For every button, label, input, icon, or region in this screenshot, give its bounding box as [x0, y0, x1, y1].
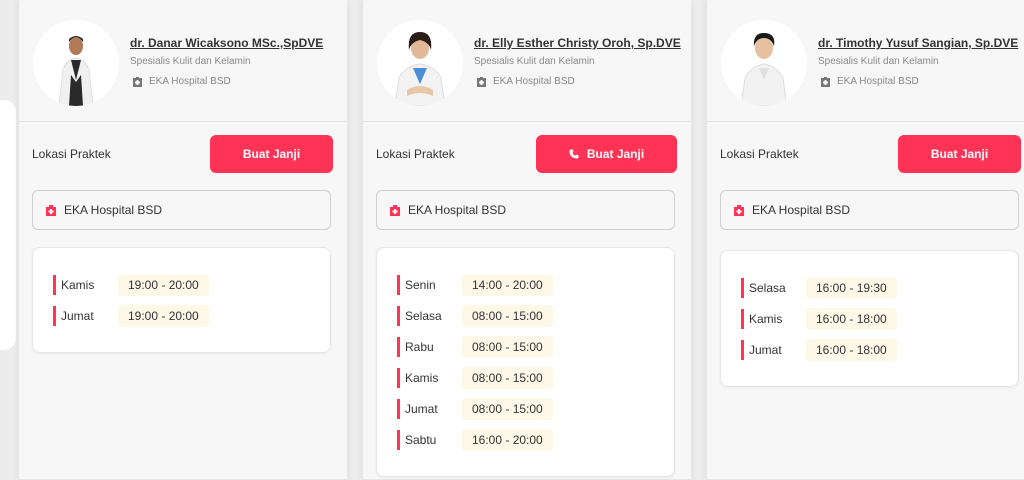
day-marker: [397, 398, 400, 419]
schedule-row: Sabtu 16:00 - 20:00: [397, 424, 674, 455]
doctor-card: dr. Timothy Yusuf Sangian, Sp.DVE Spesia…: [706, 0, 1024, 480]
schedule-row: Jumat 16:00 - 18:00: [741, 334, 1018, 365]
schedule-row: Kamis 16:00 - 18:00: [741, 303, 1018, 334]
hospital-icon: [734, 204, 744, 216]
location-label: Lokasi Praktek: [720, 147, 799, 161]
doctor-card-header: dr. Elly Esther Christy Oroh, Sp.DVE Spe…: [363, 0, 691, 122]
schedule-day: Selasa: [405, 308, 442, 323]
schedule-row: Jumat 08:00 - 15:00: [397, 393, 674, 424]
doctor-name-link[interactable]: dr. Elly Esther Christy Oroh, Sp.DVE: [474, 36, 681, 50]
location-select-value: EKA Hospital BSD: [408, 203, 507, 217]
make-appointment-label: Buat Janji: [586, 147, 645, 161]
schedule-time[interactable]: 08:00 - 15:00: [462, 335, 553, 358]
location-select-value: EKA Hospital BSD: [64, 203, 163, 217]
schedule-day: Jumat: [61, 308, 94, 323]
schedule-day: Jumat: [405, 401, 438, 416]
day-marker: [397, 274, 400, 295]
doctor-avatar: [721, 20, 807, 106]
schedule-row: Selasa 08:00 - 15:00: [397, 300, 674, 331]
schedule-time[interactable]: 16:00 - 18:00: [806, 307, 897, 330]
schedule-list: Senin 14:00 - 20:00 Selasa 08:00 - 15:00…: [376, 247, 675, 477]
location-select-value: EKA Hospital BSD: [752, 203, 851, 217]
schedule-day: Senin: [405, 277, 436, 292]
hospital-icon: [133, 76, 142, 87]
schedule-day: Kamis: [61, 277, 95, 292]
doctor-avatar: [33, 20, 119, 106]
hospital-icon: [46, 204, 56, 216]
background-shape-left: [0, 100, 16, 350]
location-select[interactable]: EKA Hospital BSD: [720, 190, 1019, 230]
schedule-row: Jumat 19:00 - 20:00: [53, 300, 330, 331]
day-marker: [397, 367, 400, 388]
doctor-hospital: EKA Hospital BSD: [133, 76, 231, 87]
doctor-card-header: dr. Danar Wicaksono MSc.,SpDVE Spesialis…: [19, 0, 347, 122]
doctor-hospital: EKA Hospital BSD: [477, 76, 575, 87]
location-label: Lokasi Praktek: [376, 147, 455, 161]
schedule-row: Senin 14:00 - 20:00: [397, 269, 674, 300]
doctor-card-header: dr. Timothy Yusuf Sangian, Sp.DVE Spesia…: [707, 0, 1024, 122]
location-select[interactable]: EKA Hospital BSD: [32, 190, 331, 230]
schedule-time[interactable]: 08:00 - 15:00: [462, 366, 553, 389]
doctor-name-link[interactable]: dr. Danar Wicaksono MSc.,SpDVE: [130, 36, 323, 50]
doctor-specialty: Spesialis Kulit dan Kelamin: [818, 56, 939, 67]
schedule-time[interactable]: 16:00 - 19:30: [806, 276, 897, 299]
make-appointment-button[interactable]: Buat Janji: [536, 135, 677, 173]
location-label: Lokasi Praktek: [32, 147, 111, 161]
doctor-specialty: Spesialis Kulit dan Kelamin: [474, 56, 595, 67]
make-appointment-button[interactable]: Buat Janji: [898, 135, 1021, 173]
schedule-day: Sabtu: [405, 432, 437, 447]
day-marker: [53, 274, 56, 295]
schedule-list: Selasa 16:00 - 19:30 Kamis 16:00 - 18:00…: [720, 250, 1019, 387]
schedule-time[interactable]: 16:00 - 18:00: [806, 338, 897, 361]
schedule-list: Kamis 19:00 - 20:00 Jumat 19:00 - 20:00: [32, 247, 331, 353]
schedule-day: Kamis: [749, 311, 783, 326]
hospital-icon: [821, 76, 830, 87]
make-appointment-button[interactable]: Buat Janji: [210, 135, 333, 173]
make-appointment-label: Buat Janji: [930, 147, 989, 161]
make-appointment-label: Buat Janji: [242, 147, 301, 161]
doctor-hospital-label: EKA Hospital BSD: [837, 76, 919, 87]
schedule-time[interactable]: 19:00 - 20:00: [118, 304, 209, 327]
hospital-icon: [390, 204, 400, 216]
doctor-hospital: EKA Hospital BSD: [821, 76, 919, 87]
day-marker: [741, 277, 744, 298]
doctor-hospital-label: EKA Hospital BSD: [149, 76, 231, 87]
day-marker: [397, 336, 400, 357]
schedule-day: Kamis: [405, 370, 439, 385]
day-marker: [53, 305, 56, 326]
doctor-specialty: Spesialis Kulit dan Kelamin: [130, 56, 251, 67]
doctor-card: dr. Elly Esther Christy Oroh, Sp.DVE Spe…: [362, 0, 692, 480]
schedule-row: Kamis 19:00 - 20:00: [53, 269, 330, 300]
schedule-time[interactable]: 16:00 - 20:00: [462, 428, 553, 451]
doctor-hospital-label: EKA Hospital BSD: [493, 76, 575, 87]
schedule-time[interactable]: 08:00 - 15:00: [462, 304, 553, 327]
schedule-row: Kamis 08:00 - 15:00: [397, 362, 674, 393]
schedule-row: Rabu 08:00 - 15:00: [397, 331, 674, 362]
doctor-name-link[interactable]: dr. Timothy Yusuf Sangian, Sp.DVE: [818, 36, 1018, 50]
schedule-day: Jumat: [749, 342, 782, 357]
schedule-row: Selasa 16:00 - 19:30: [741, 272, 1018, 303]
hospital-icon: [477, 76, 486, 87]
schedule-time[interactable]: 08:00 - 15:00: [462, 397, 553, 420]
doctor-avatar: [377, 20, 463, 106]
schedule-day: Selasa: [749, 280, 786, 295]
day-marker: [741, 308, 744, 329]
schedule-time[interactable]: 19:00 - 20:00: [118, 273, 209, 296]
day-marker: [741, 339, 744, 360]
phone-icon: [569, 149, 579, 159]
schedule-time[interactable]: 14:00 - 20:00: [462, 273, 553, 296]
location-select[interactable]: EKA Hospital BSD: [376, 190, 675, 230]
day-marker: [397, 305, 400, 326]
doctor-card: dr. Danar Wicaksono MSc.,SpDVE Spesialis…: [18, 0, 348, 480]
schedule-day: Rabu: [405, 339, 434, 354]
day-marker: [397, 429, 400, 450]
